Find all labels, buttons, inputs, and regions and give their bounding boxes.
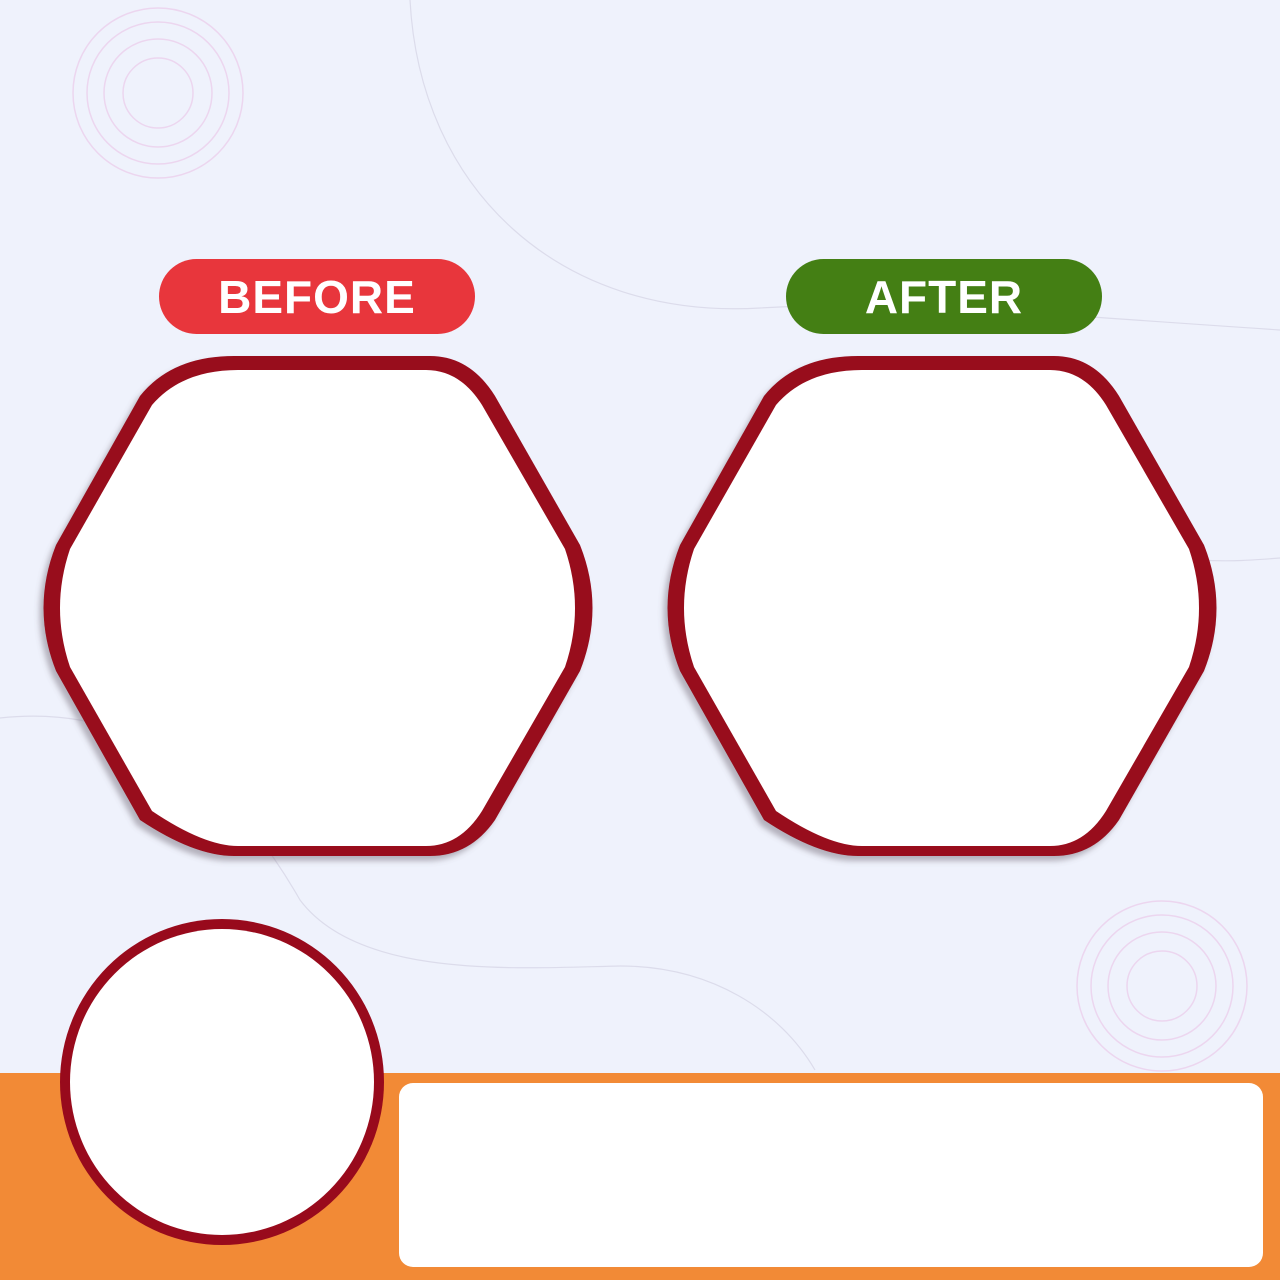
text-panel [399,1083,1263,1267]
before-image-frame[interactable] [43,356,593,856]
after-image-frame[interactable] [667,356,1217,856]
circle-image-frame[interactable] [60,919,384,1245]
